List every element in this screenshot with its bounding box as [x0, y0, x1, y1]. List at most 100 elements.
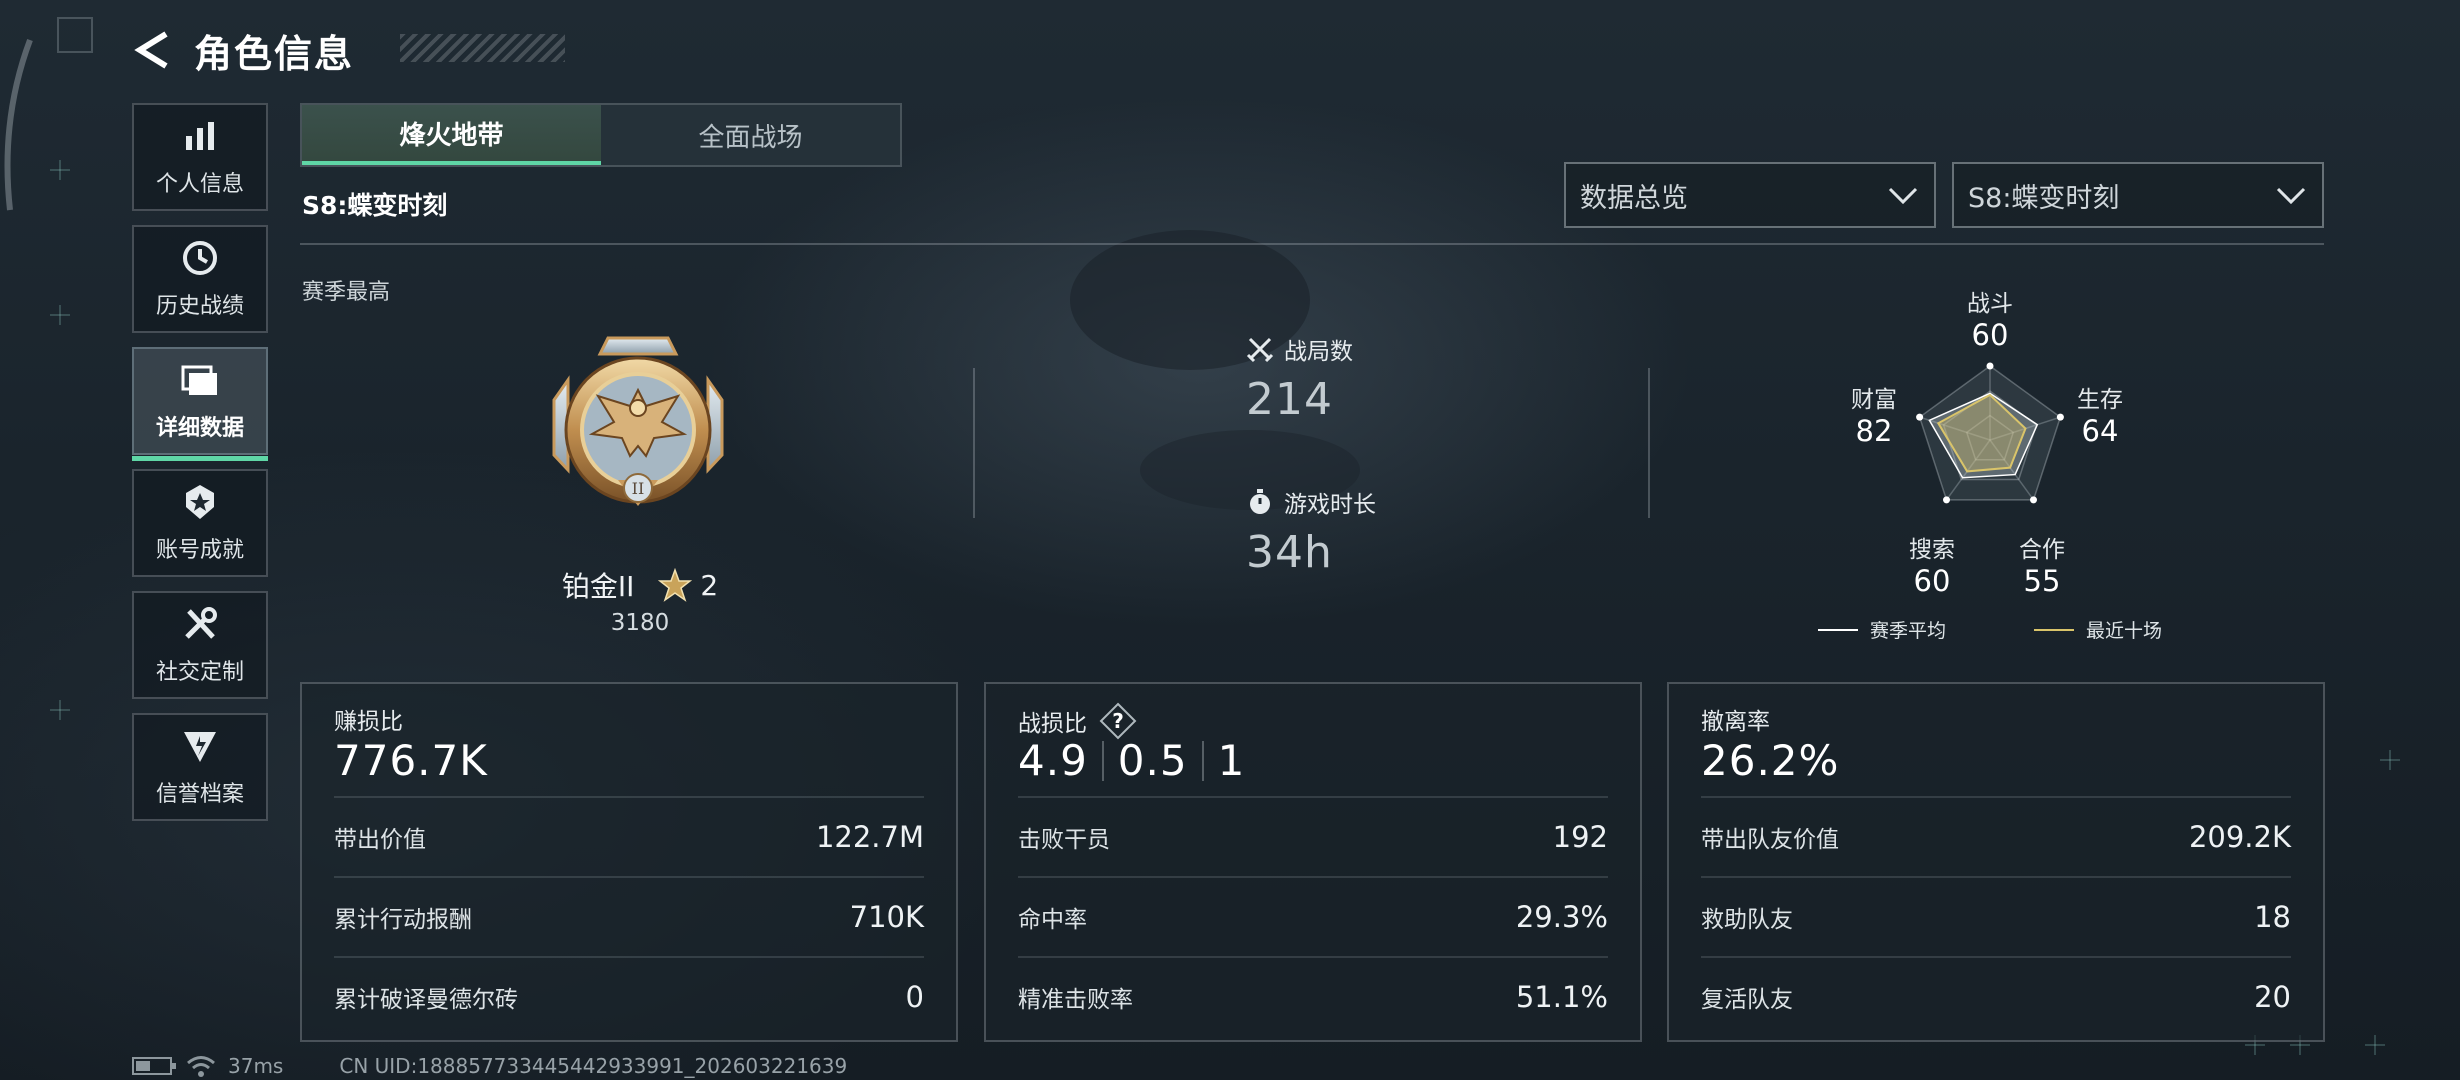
sidebar-item-label: 社交定制 [155, 660, 244, 685]
radar-value-search: 60 [1913, 564, 1951, 598]
playtime-stat: 游戏时长 34h [1246, 485, 1376, 578]
matches-stat: 战局数 214 [1246, 332, 1353, 425]
radar-vertex-dot [1986, 362, 1994, 370]
sidebar-item-label: 历史战绩 [155, 294, 244, 319]
section-divider [973, 368, 975, 518]
help-icon[interactable]: ? [1099, 702, 1137, 740]
sidebar-item-detailed-data[interactable]: 详细数据 [132, 347, 268, 461]
radar-value-combat: 60 [1971, 318, 2009, 352]
row-value: 122.7M [815, 820, 924, 854]
legend-swatch-white [1818, 628, 1858, 631]
ratio-separator [1201, 740, 1204, 781]
row-label: 击败干员 [1018, 827, 1110, 853]
legend-label: 赛季平均 [1870, 620, 1947, 642]
row-label: 救助队友 [1701, 907, 1793, 933]
tab-full-battlefield[interactable]: 全面战场 [601, 105, 900, 165]
history-icon [180, 238, 220, 278]
rank-score: 3180 [610, 610, 670, 636]
card-rows: 带出队友价值 209.2K 救助队友 18 复活队友 20 [1701, 796, 2291, 1036]
svg-text:?: ? [1112, 709, 1124, 733]
card-value: 26.2% [1701, 736, 1840, 785]
radar-vertex-dot [1943, 496, 1951, 504]
row-label: 带出价值 [334, 827, 426, 853]
folder-icon [180, 360, 220, 400]
season-dropdown[interactable]: S8:蝶变时刻 [1952, 162, 2324, 228]
sidebar-item-achievements[interactable]: 账号成就 [132, 469, 268, 577]
card-title: 战损比 [1018, 711, 1087, 737]
crossed-swords-icon [1246, 337, 1274, 363]
season-dropdown-value: S8:蝶变时刻 [1968, 182, 2120, 214]
page-title: 角色信息 [194, 31, 355, 76]
bar-chart-icon [180, 116, 220, 156]
profit-card: 赚损比 776.7K 带出价值 122.7M 累计行动报酬 710K 累计破译曼… [300, 682, 958, 1042]
sidebar-item-social-customization[interactable]: 社交定制 [132, 591, 268, 699]
radar-label-search: 搜索 [1909, 537, 1955, 563]
legend-recent-ten: 最近十场 [2034, 616, 2162, 643]
header: 角色信息 [130, 22, 354, 78]
row-value: 192 [1552, 820, 1608, 854]
user-uid: CN UID:1888577334454429339​91_2026032216… [339, 1054, 848, 1078]
row-value: 29.3% [1515, 900, 1608, 934]
season-name: S8:蝶变时刻 [302, 191, 448, 220]
table-row: 精准击败率 51.1% [1018, 956, 1608, 1036]
table-row: 带出队友价值 209.2K [1701, 796, 2291, 876]
status-bar: 37ms CN UID:1888577334454429339​91_20260… [132, 1052, 847, 1080]
playtime-label: 游戏时长 [1284, 492, 1376, 518]
row-value: 20 [2254, 980, 2291, 1014]
row-value: 51.1% [1515, 980, 1608, 1014]
legend-season-average: 赛季平均 [1818, 616, 1946, 643]
section-divider [1648, 368, 1650, 518]
back-button[interactable] [130, 26, 178, 74]
star-icon [658, 568, 693, 602]
row-value: 18 [2254, 900, 2291, 934]
rank-name: 铂金II [561, 570, 635, 603]
playtime-value: 34h [1246, 527, 1333, 578]
kd-card: 战损比 ? 4.9 0.5 1 击败干员 192 命中率 29.3% 精准击败率… [984, 682, 1642, 1042]
legend-swatch-gold [2034, 628, 2074, 631]
table-row: 累计破译曼德尔砖 0 [334, 956, 924, 1036]
rank-medal-icon: II [552, 336, 724, 506]
row-label: 复活队友 [1701, 987, 1793, 1013]
title-stripe-decoration [400, 34, 565, 62]
table-row: 救助队友 18 [1701, 876, 2291, 956]
credit-icon [180, 726, 220, 766]
tab-warzone[interactable]: 烽火地带 [302, 105, 601, 165]
ping-value: 37ms [228, 1054, 284, 1078]
table-row: 命中率 29.3% [1018, 876, 1608, 956]
radar-value-cooperation: 55 [2023, 564, 2061, 598]
card-value: 776.7K [334, 736, 488, 785]
achievement-icon [180, 482, 220, 522]
rank-star-count: 2 [700, 568, 719, 602]
stopwatch-icon [1250, 489, 1270, 514]
table-row: 累计行动报酬 710K [334, 876, 924, 956]
sidebar-item-label: 详细数据 [155, 416, 244, 441]
sidebar-item-label: 账号成就 [155, 538, 244, 563]
view-dropdown-value: 数据总览 [1580, 182, 1688, 214]
radar-label-cooperation: 合作 [2019, 537, 2065, 563]
radar-label-survival: 生存 [2077, 387, 2123, 413]
ratio-value: 4.9 [1018, 736, 1088, 785]
card-rows: 击败干员 192 命中率 29.3% 精准击败率 51.1% [1018, 796, 1608, 1036]
sidebar-item-personal-info[interactable]: 个人信息 [132, 103, 268, 211]
rank-info: 铂金II 2 [540, 565, 740, 605]
back-arrow-icon [134, 31, 168, 69]
sidebar-item-credit-profile[interactable]: 信誉档案 [132, 713, 268, 821]
row-value: 710K [849, 900, 924, 934]
radar-chart: 战斗 60 生存 64 财富 82 搜索 60 合作 55 [1820, 280, 2160, 610]
card-title: 撤离率 [1701, 709, 1770, 735]
chevron-down-icon [1888, 187, 1918, 205]
card-title-row: 战损比 ? [1018, 702, 1137, 740]
sidebar-item-history[interactable]: 历史战绩 [132, 225, 268, 333]
svg-text:II: II [632, 479, 645, 498]
row-label: 命中率 [1018, 907, 1087, 933]
card-rows: 带出价值 122.7M 累计行动报酬 710K 累计破译曼德尔砖 0 [334, 796, 924, 1036]
season-best-label: 赛季最高 [302, 280, 391, 305]
legend-label: 最近十场 [2086, 620, 2163, 642]
view-dropdown[interactable]: 数据总览 [1564, 162, 1936, 228]
radar-value-wealth: 82 [1855, 414, 1893, 448]
mode-tabs: 烽火地带 全面战场 [300, 103, 902, 167]
matches-label: 战局数 [1284, 339, 1353, 365]
ratio-separator [1101, 740, 1104, 781]
radar-label-wealth: 财富 [1851, 387, 1897, 413]
matches-value: 214 [1246, 374, 1333, 425]
